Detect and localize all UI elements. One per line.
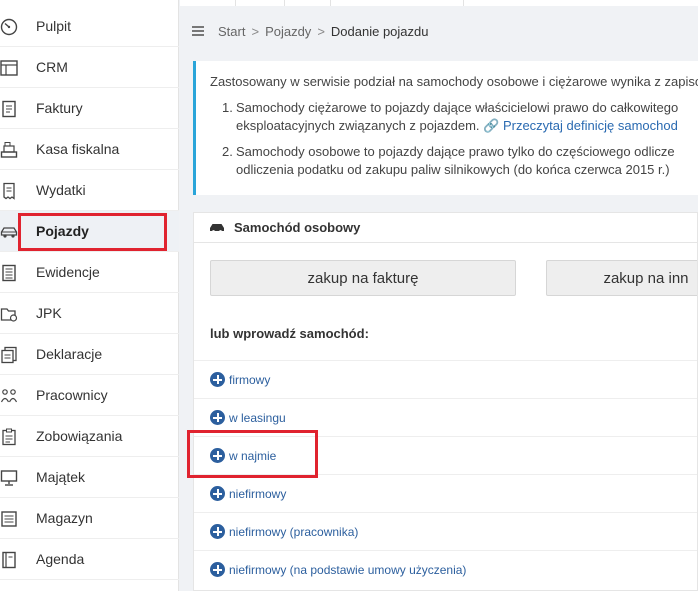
gauge-icon [0,18,18,36]
sidebar-item-pracownicy[interactable]: Pracownicy [0,375,179,416]
top-tab-strip [180,0,698,6]
option-w-najmie[interactable]: w najmie [194,436,697,474]
employees-icon [0,389,18,403]
sidebar-item-kasa-fiskalna[interactable]: Kasa fiskalna [0,129,179,170]
sidebar-item-label: Kasa fiskalna [36,141,120,157]
info-list: 1. Samochody ciężarowe to pojazdy dające… [222,99,698,187]
sidebar-item-deklaracje[interactable]: Deklaracje [0,334,179,375]
main-content: Start > Pojazdy > Dodanie pojazdu Zastos… [180,0,698,591]
sidebar-item-label: Deklaracje [36,346,103,362]
cash-register-icon [0,142,18,158]
option-firmowy[interactable]: firmowy [194,360,697,398]
sidebar-item-crm[interactable]: CRM [0,47,179,88]
plus-circle-icon [210,524,225,539]
plus-circle-icon [210,562,225,577]
sidebar-item-label: JPK [36,305,62,321]
purchase-other-button[interactable]: zakup na inn [546,260,697,296]
sidebar-item-label: Ewidencje [36,264,100,280]
sidebar-item-label: Faktury [36,100,83,116]
breadcrumb-separator: > [317,23,325,39]
monitor-icon [0,470,18,486]
receipt-icon [3,182,15,200]
plus-circle-icon [210,448,225,463]
info-point-number: 2. [222,144,233,159]
sidebar-item-wydatki[interactable]: Wydatki [0,170,179,211]
plus-circle-icon [210,372,225,387]
definition-link-text: Przeczytaj definicję samochod [502,118,678,133]
sidebar-item-label: CRM [36,59,68,75]
sidebar-item-jpk[interactable]: JPK [0,293,179,334]
option-niefirmowy-pracownika[interactable]: niefirmowy (pracownika) [194,512,697,550]
crm-board-icon [0,60,18,76]
info-point-line2: odliczenia podatku od zakupu paliw silni… [236,162,670,177]
or-enter-label: lub wprowadź samochód: [210,326,369,341]
warehouse-icon [1,511,17,527]
sidebar-item-ewidencje[interactable]: Ewidencje [0,252,179,293]
info-point-1: 1. Samochody ciężarowe to pojazdy dające… [222,99,698,135]
breadcrumb-current: Dodanie pojazdu [330,23,429,39]
option-niefirmowy[interactable]: niefirmowy [194,474,697,512]
plus-circle-icon [210,410,225,425]
invoice-icon [2,100,16,118]
sidebar-item-label: Majątek [36,469,86,485]
option-label: w leasingu [229,410,286,425]
panel-header: Samochód osobowy [194,213,697,243]
option-w-leasingu[interactable]: w leasingu [194,398,697,436]
sidebar-item-pojazdy[interactable]: Pojazdy [0,211,179,252]
breadcrumb: Start > Pojazdy > Dodanie pojazdu [192,20,428,42]
info-point-line1: Samochody osobowe to pojazdy dające praw… [236,144,675,159]
info-intro: Zastosowany w serwisie podział na samoch… [210,74,698,89]
info-point-line1: Samochody ciężarowe to pojazdy dające wł… [236,100,679,115]
sidebar-item-zobowiazania[interactable]: Zobowiązania [0,416,179,457]
option-label: niefirmowy (na podstawie umowy użyczenia… [229,562,467,577]
sidebar-item-label: Wydatki [36,182,86,198]
sidebar-item-label: Agenda [36,551,85,567]
plus-circle-icon [210,486,225,501]
link-icon: 🔗 [483,118,500,133]
car-icon [0,227,18,238]
clipboard-icon [2,428,16,446]
sidebar-item-label: Pojazdy [36,223,89,239]
jpk-folder-icon [0,308,18,322]
sidebar-item-pulpit[interactable]: Pulpit [0,6,179,47]
purchase-invoice-button[interactable]: zakup na fakturę [210,260,516,296]
info-box: Zastosowany w serwisie podział na samoch… [193,61,698,195]
sidebar: Pulpit CRM Faktury Kasa fiskalna Wydatki… [0,0,179,591]
option-label: niefirmowy [229,486,287,501]
info-point-line2: eksploatacyjnych związanych z pojazdem. [236,118,480,133]
panel-title: Samochód osobowy [234,220,361,235]
sidebar-item-majatek[interactable]: Majątek [0,457,179,498]
declaration-icon [1,346,17,364]
breadcrumb-start[interactable]: Start [218,24,245,39]
register-icon [2,264,16,282]
option-label: w najmie [229,448,277,463]
option-niefirmowy-uzyczenie[interactable]: niefirmowy (na podstawie umowy użyczenia… [194,550,697,588]
sidebar-item-label: Pracownicy [36,387,108,403]
sidebar-item-label: Zobowiązania [36,428,123,444]
sidebar-item-agenda[interactable]: Agenda [0,539,179,580]
hamburger-menu-icon[interactable] [192,26,204,36]
agenda-icon [2,551,16,569]
sidebar-item-label: Pulpit [36,18,72,34]
breadcrumb-pojazdy[interactable]: Pojazdy [265,24,311,39]
info-point-number: 1. [222,100,233,115]
sidebar-item-faktury[interactable]: Faktury [0,88,179,129]
option-label: firmowy [229,372,271,387]
option-label: niefirmowy (pracownika) [229,524,359,539]
car-icon [210,224,224,233]
definition-link[interactable]: 🔗 Przeczytaj definicję samochod [483,118,678,133]
vehicle-panel: Samochód osobowy zakup na fakturę zakup … [193,212,698,591]
breadcrumb-separator: > [251,23,260,39]
info-point-2: 2. Samochody osobowe to pojazdy dające p… [222,143,698,179]
sidebar-item-magazyn[interactable]: Magazyn [0,498,179,539]
sidebar-item-label: Magazyn [36,510,93,526]
